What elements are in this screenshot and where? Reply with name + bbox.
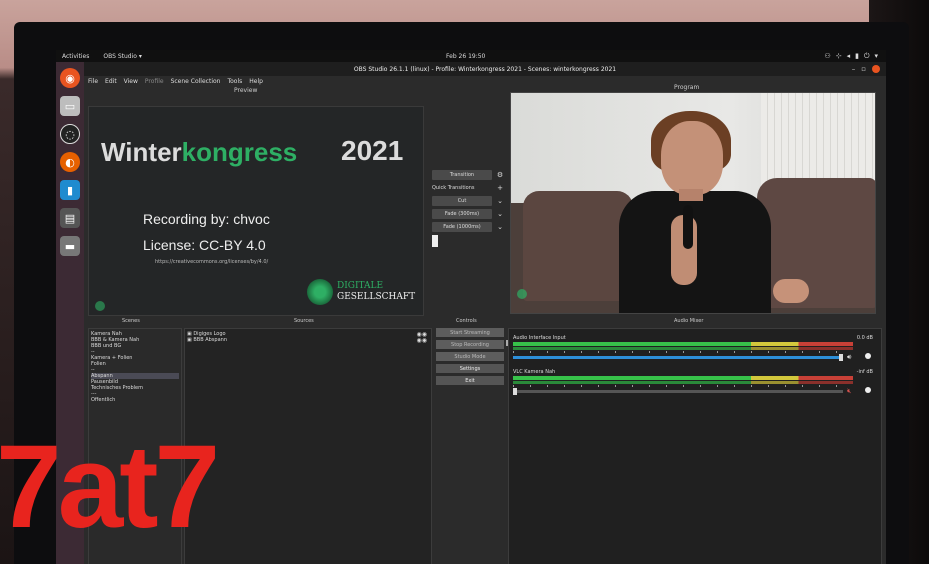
chevron-down-icon[interactable]: ▾ [874, 52, 878, 61]
files-icon[interactable]: ▭ [60, 96, 80, 116]
scenes-header: Scenes [122, 318, 140, 324]
volume-fader[interactable] [513, 356, 843, 359]
obs-icon[interactable]: ◌ [60, 124, 80, 144]
menu-scene-collection[interactable]: Scene Collection [171, 78, 221, 85]
chevron-down-icon[interactable]: ⌄ [496, 210, 504, 218]
clock[interactable]: Feb 26 19:50 [446, 53, 485, 60]
list-item[interactable]: ▣ BBB Abspann [187, 337, 429, 343]
program-canvas [510, 92, 876, 314]
plus-icon[interactable]: + [496, 184, 504, 192]
gear-icon[interactable]: ⚙ [496, 171, 504, 179]
volume-icon[interactable]: ◂ [847, 52, 851, 61]
sources-list[interactable]: ▣ Digiges Logo ▣ BBB Abspann ◉◉ ◉◉ [184, 328, 432, 564]
fader-knob[interactable] [513, 388, 517, 395]
close-icon[interactable] [872, 65, 880, 73]
cut-button[interactable]: Cut [432, 196, 492, 206]
quick-transitions-label: Quick Transitions [432, 185, 475, 191]
preview-year: 2021 [341, 135, 404, 166]
preview-license-url: https://creativecommons.org/licenses/by/… [155, 259, 269, 265]
transition-button[interactable]: Transition [432, 170, 492, 180]
window-controls: – ▫ [852, 65, 880, 73]
sofa [523, 191, 633, 301]
preview-label: Preview [234, 87, 258, 94]
settings-button[interactable]: Settings [436, 364, 504, 373]
audio-mixer: Audio Interface Input 0.0 dB 🔊︎ VLC Kame… [508, 328, 882, 564]
fade-300-button[interactable]: Fade (300ms) [432, 209, 492, 219]
power-icon[interactable]: ⏻ [864, 52, 870, 61]
menu-edit[interactable]: Edit [105, 78, 117, 85]
start-streaming-button[interactable]: Start Streaming [436, 328, 504, 337]
chevron-down-icon[interactable]: ⌄ [496, 223, 504, 231]
speaker-muted-icon[interactable]: 🔇︎ [847, 387, 851, 396]
controls-panel: Start Streaming Stop Recording Studio Mo… [436, 328, 512, 388]
menu-profile[interactable]: Profile [145, 78, 164, 85]
vscode-icon[interactable]: ▮ [60, 180, 80, 200]
fade-1000-button[interactable]: Fade (1000ms) [432, 222, 492, 232]
battery-icon[interactable]: ▮ [855, 52, 859, 61]
studio-mode-button[interactable]: Studio Mode [436, 352, 504, 361]
sources-header: Sources [294, 318, 314, 324]
controls-header: Controls [456, 318, 477, 324]
channel-name: Audio Interface Input [513, 335, 566, 341]
exit-button[interactable]: Exit [436, 376, 504, 385]
menu-tools[interactable]: Tools [227, 78, 242, 85]
watermark: 7at7 [0, 421, 220, 553]
fader-knob[interactable] [839, 354, 843, 361]
small-logo-icon [95, 301, 105, 311]
small-logo-icon [517, 289, 527, 299]
chevron-down-icon[interactable]: ⌄ [496, 197, 504, 205]
menu-view[interactable]: View [124, 78, 138, 85]
preview-canvas[interactable]: Winterkongress 2021 Recording by: chvoc … [88, 106, 424, 316]
logo-mark-icon [307, 279, 333, 305]
preview-license: License: CC-BY 4.0 [143, 237, 266, 253]
disk-icon[interactable]: ▬ [60, 236, 80, 256]
speaker-head [661, 121, 723, 195]
preview-title: Winterkongress [101, 137, 298, 167]
list-item[interactable]: Offentlich [91, 397, 179, 403]
gnome-top-bar: Activities OBS Studio ▾ Feb 26 19:50 ⚇ ⊹… [56, 50, 886, 62]
visibility-lock-icons[interactable]: ◉◉ ◉◉ [417, 332, 427, 344]
network-icon[interactable]: ⚇ [824, 52, 830, 61]
system-tray[interactable]: ⚇ ⊹ ◂ ▮ ⏻ ▾ [824, 52, 878, 61]
menu-bar: File Edit View Profile Scene Collection … [84, 76, 886, 87]
window-title: OBS Studio 26.1.1 (linux) - Profile: Win… [353, 65, 617, 73]
minimize-icon[interactable]: – [852, 65, 856, 73]
dock-headers: Scenes Sources Controls Audio Mixer [84, 318, 886, 327]
maximize-icon[interactable]: ▫ [861, 65, 866, 73]
digitale-gesellschaft-logo: DIGITALE GESELLSCHAFT [307, 279, 415, 305]
stop-recording-button[interactable]: Stop Recording [436, 340, 504, 349]
channel-name: VLC Kamera Nah [513, 369, 556, 375]
mixer-header: Audio Mixer [674, 318, 704, 324]
speaker-hand [773, 279, 809, 303]
level-meter [513, 342, 853, 346]
microphone [683, 205, 693, 249]
browser-icon[interactable]: ◉ [60, 68, 80, 88]
terminal-icon[interactable]: ▤ [60, 208, 80, 228]
channel-db: -inf dB [856, 369, 873, 375]
window-titlebar: OBS Studio 26.1.1 (linux) - Profile: Win… [84, 62, 886, 76]
t-bar-slider[interactable] [432, 235, 438, 247]
volume-fader[interactable] [513, 390, 843, 393]
preview-recording-by: Recording by: chvoc [143, 211, 270, 227]
firefox-icon[interactable]: ◐ [60, 152, 80, 172]
channel-db: 0.0 dB [856, 335, 873, 341]
program-label: Program [674, 84, 700, 91]
app-menu[interactable]: OBS Studio ▾ [103, 53, 141, 60]
menu-file[interactable]: File [88, 78, 98, 85]
speaker-icon[interactable]: 🔊︎ [847, 353, 851, 362]
transition-panel: Transition ⚙ Quick Transitions + Cut ⌄ F… [432, 170, 504, 247]
gear-icon[interactable] [865, 387, 871, 393]
level-meter [513, 376, 853, 380]
menu-help[interactable]: Help [249, 78, 263, 85]
activities-button[interactable]: Activities [62, 53, 89, 60]
accessibility-icon[interactable]: ⊹ [836, 52, 842, 61]
gear-icon[interactable] [865, 353, 871, 359]
